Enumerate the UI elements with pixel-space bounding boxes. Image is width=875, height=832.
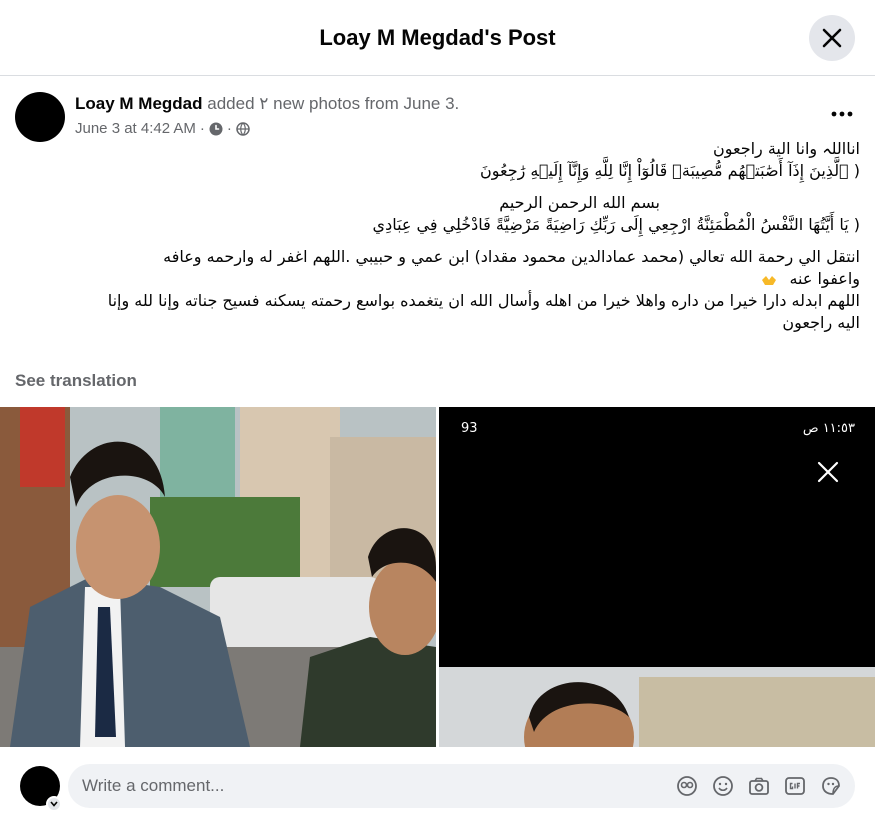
dialog-title: Loay M Megdad's Post [319, 24, 556, 50]
post-paragraph: انااللہ وانا الية راجعون ( ٱلَّذِينَ إِذ… [15, 138, 860, 182]
meta-separator: · [226, 120, 232, 137]
post-line: انتقل الي رحمة الله تعالي (محمد عمادالدي… [163, 247, 860, 266]
post-meta: June 3 at 4:42 AM · · [75, 120, 250, 137]
photo-grid: 93 ١١:٥٣ ص [0, 407, 875, 747]
post-line: ( يَا أَيَّتُهَا النَّفْسُ الْمُطْمَئِنَ… [372, 215, 860, 234]
author-name[interactable]: Loay M Megdad [75, 94, 203, 113]
meta-separator: · [199, 120, 205, 137]
author-line: Loay M Megdad added ٢ new photos from Ju… [75, 94, 459, 114]
camera-button[interactable] [747, 773, 771, 799]
close-icon [822, 28, 842, 48]
comment-input-box[interactable] [68, 764, 855, 808]
chevron-down-icon [50, 801, 58, 807]
post-paragraph: بسم الله الرحمن الرحيم ( يَا أَيَّتُهَا … [15, 192, 860, 236]
more-icon [831, 111, 853, 117]
more-options-button[interactable] [824, 100, 860, 128]
author-avatar[interactable] [15, 92, 65, 142]
clock-icon [209, 122, 223, 135]
sticker-icon [822, 777, 840, 795]
post-line: اللهم ابدله دارا خيرا من داره واهلا خيرا… [107, 291, 860, 310]
close-button[interactable] [809, 15, 855, 61]
see-translation-link[interactable]: See translation [15, 371, 137, 391]
post-line: بسم الله الرحمن الرحيم [499, 193, 660, 212]
photo-image [439, 407, 875, 747]
folded-hands-emoji-icon [762, 275, 777, 285]
photo-image [0, 407, 436, 747]
comment-bar [20, 760, 855, 812]
post-text: انااللہ وانا الية راجعون ( ٱلَّذِينَ إِذ… [15, 138, 860, 344]
gif-button[interactable] [783, 773, 807, 799]
comment-tools [675, 773, 843, 799]
sticker-button[interactable] [819, 773, 843, 799]
comment-input[interactable] [82, 776, 642, 796]
camera-icon [749, 777, 769, 795]
dialog-header: Loay M Megdad's Post [0, 0, 875, 76]
gif-icon [785, 777, 805, 795]
avatar-icon [677, 776, 697, 796]
post-line-text: واعفوا عنه [789, 269, 860, 288]
avatar-sticker-button[interactable] [675, 773, 699, 799]
post-action-text: added ٢ new photos from June 3. [207, 94, 460, 113]
post-photo[interactable] [0, 407, 436, 747]
post-paragraph: انتقل الي رحمة الله تعالي (محمد عمادالدي… [15, 246, 860, 334]
status-bar-battery: 93 [461, 421, 478, 436]
emoji-button[interactable] [711, 773, 735, 799]
post-line: واعفوا عنه [15, 268, 860, 290]
globe-icon[interactable] [236, 121, 250, 136]
post-photo[interactable]: 93 ١١:٥٣ ص [439, 407, 875, 747]
post-line: انااللہ وانا الية راجعون [712, 139, 860, 158]
post-line: اليه راجعون [782, 313, 860, 332]
status-bar-time: ١١:٥٣ ص [802, 421, 855, 436]
post-line: ( ٱلَّذِينَ إِذَآ أَصَٰبَتۡهُم مُّصِيبَة… [479, 161, 860, 180]
post-header: Loay M Megdad added ٢ new photos from Ju… [15, 90, 860, 142]
post-timestamp[interactable]: June 3 at 4:42 AM [75, 120, 196, 137]
avatar-toggle[interactable] [46, 796, 62, 812]
emoji-icon [713, 776, 733, 796]
